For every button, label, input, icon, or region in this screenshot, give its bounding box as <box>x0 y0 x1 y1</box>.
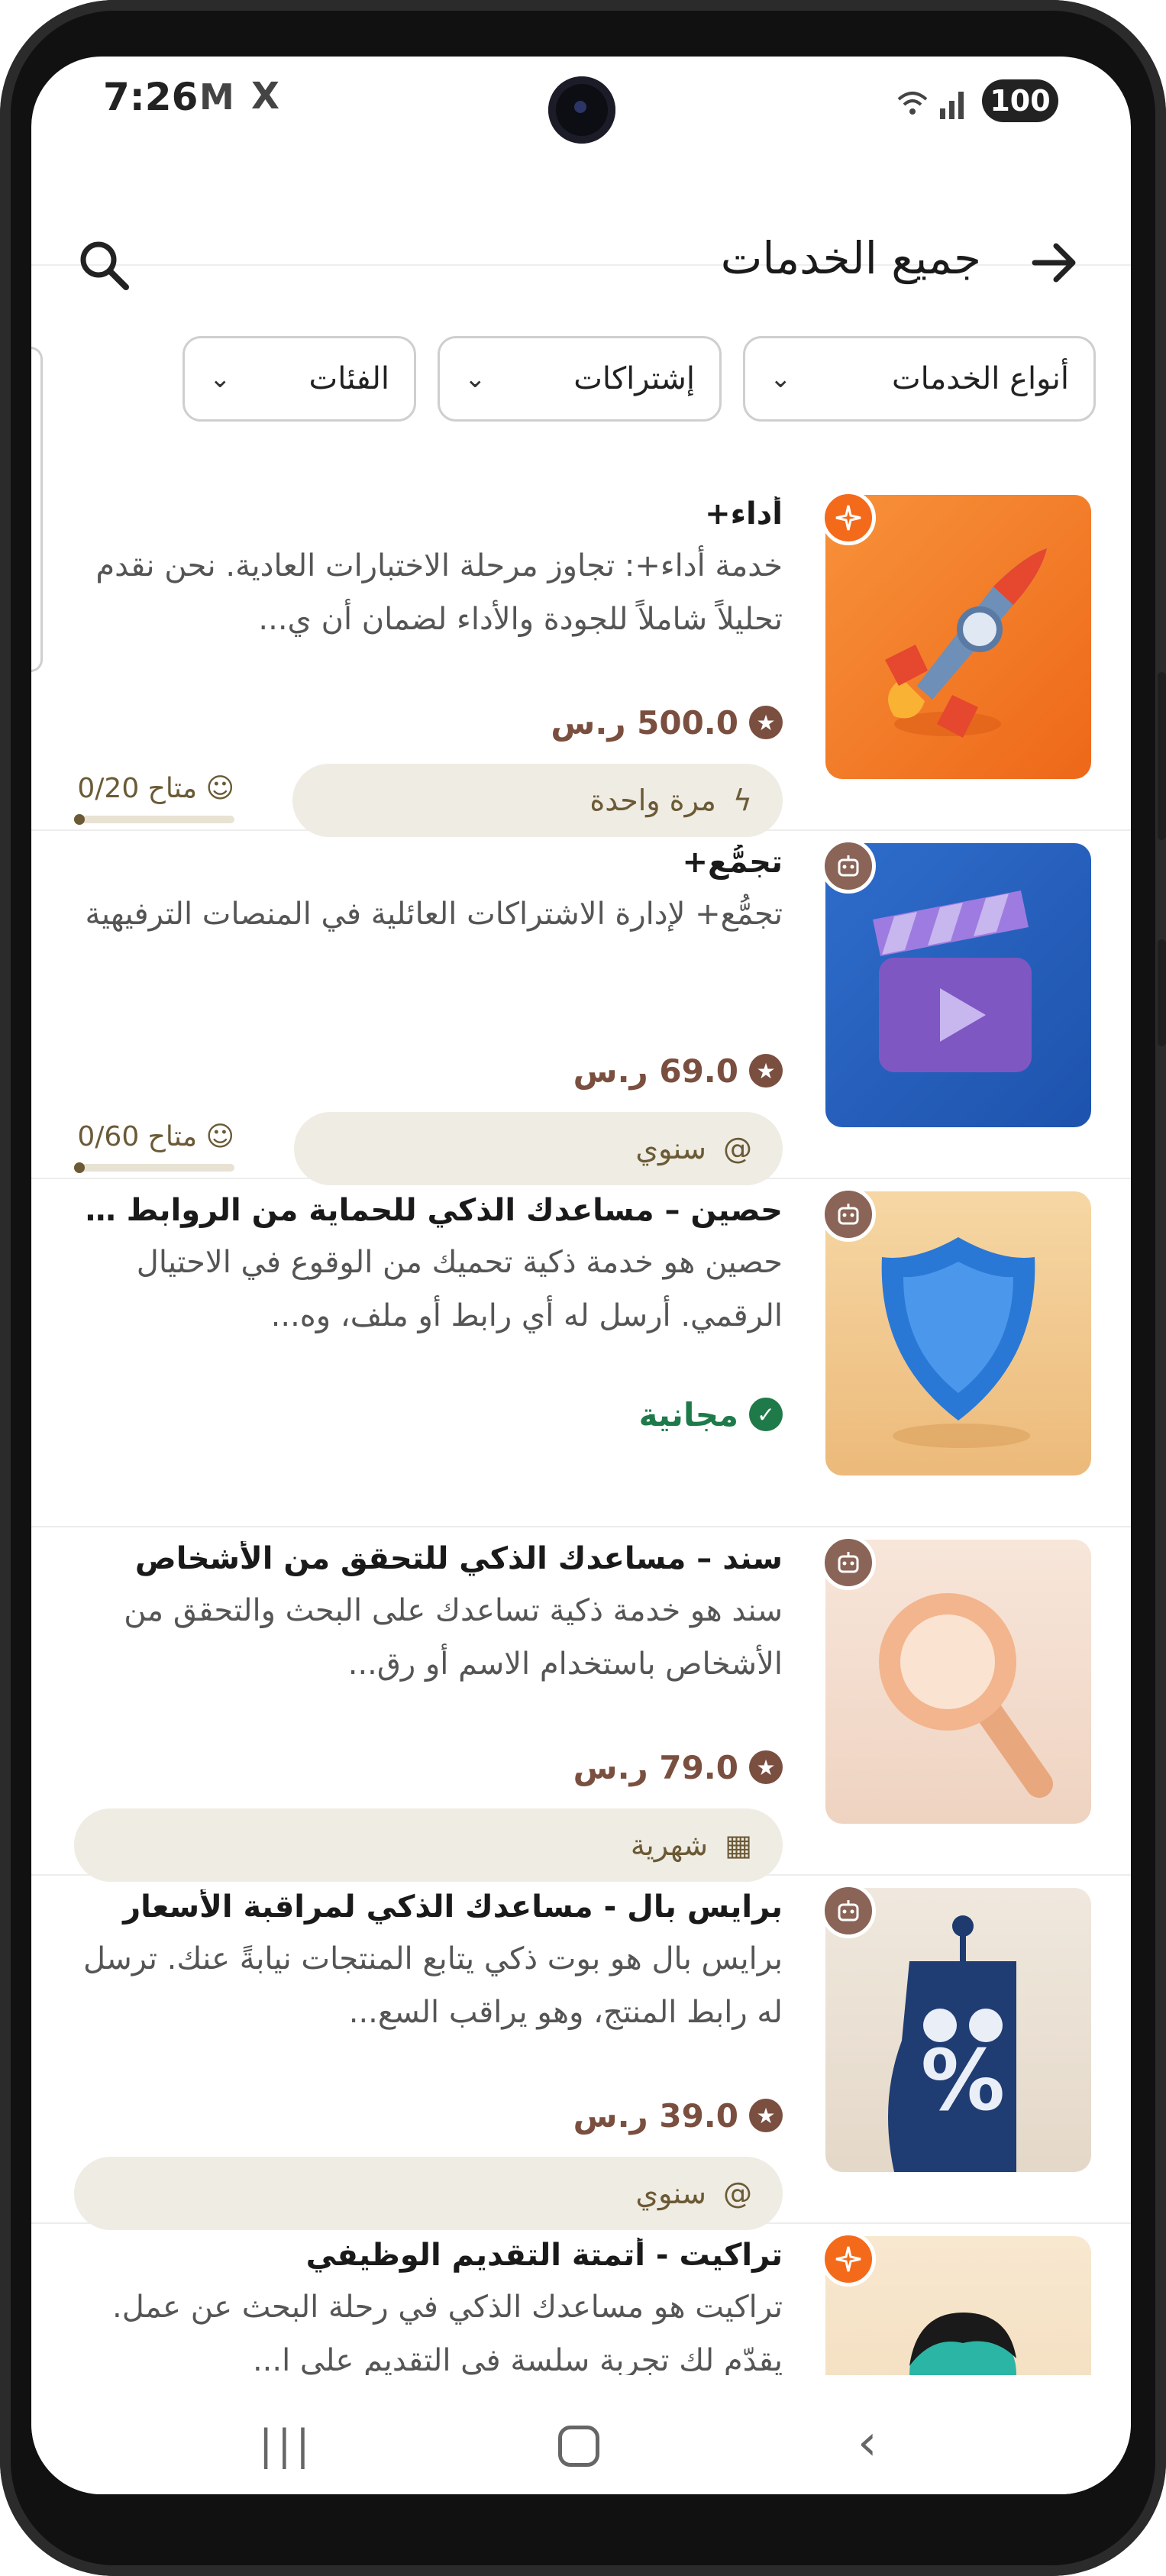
availability: ☺ متاح 0/60 <box>74 1121 234 1175</box>
item-description: حصين هو خدمة ذكية تحميك من الوقوع في الا… <box>136 1245 783 1333</box>
price-row: ★ 79.0 ر.س <box>573 1744 783 1790</box>
plan-label: سنوي <box>635 2177 706 2210</box>
home-icon[interactable] <box>558 2426 599 2467</box>
plan-label: شهرية <box>630 1828 709 1862</box>
item-description: تراكيت هو مساعدك الذكي في رحلة البحث عن … <box>112 2290 783 2378</box>
status-time: 7:26 <box>103 75 199 119</box>
plan-pill: ▦ شهرية <box>74 1808 783 1882</box>
spiral-icon: @ <box>723 2177 752 2210</box>
status-bar: 7:26 M X 100 <box>31 57 1131 156</box>
item-price: 69.0 ر.س <box>573 1052 738 1090</box>
star-icon: ★ <box>749 706 783 739</box>
service-item[interactable]: % برايس بال - مساعدك الذكي لمراقبة الأسع… <box>31 1874 1131 2230</box>
item-title: سند – مساعدك الذكي للتحقق من الأشخاص <box>134 1541 783 1576</box>
search-icon[interactable] <box>74 235 135 296</box>
front-camera <box>548 76 615 144</box>
screen: 7:26 M X 100 جميع الخدمات أنواع الخدمات … <box>31 57 1131 2494</box>
power-button <box>1158 939 1166 1046</box>
plan-pill: ϟ مرة واحدة <box>292 764 783 837</box>
item-description: برايس بال هو بوت ذكي يتابع المنتجات نياب… <box>82 1941 783 2030</box>
service-item[interactable]: تجمُّع+ تجمُّع+ لإدارة الاشتراكات العائل… <box>31 829 1131 1185</box>
x-app-icon: X <box>251 75 280 118</box>
smile-icon: ☺ <box>197 773 234 804</box>
sparkle-icon <box>821 2232 876 2287</box>
item-title: برايس بال - مساعدك الذكي لمراقبة الأسعار <box>123 1889 783 1925</box>
filter-categories[interactable]: الفئات ⌄ <box>182 336 416 422</box>
plan-pill: @ سنوي <box>294 1112 783 1185</box>
availability-text: ☺ متاح 0/20 <box>77 773 234 804</box>
spiral-icon: @ <box>723 1132 752 1165</box>
verified-icon: ✓ <box>749 1398 783 1431</box>
sparkle-icon <box>821 490 876 545</box>
lightning-icon: ϟ <box>732 784 752 817</box>
calendar-grid-icon: ▦ <box>725 1828 752 1862</box>
price-row: ★ 69.0 ر.س <box>573 1048 783 1094</box>
service-item[interactable]: أداء+ خدمة أداء+: تجاوز مرحلة الاختبارات… <box>31 481 1131 837</box>
chevron-down-icon: ⌄ <box>770 364 792 394</box>
filter-label: الفئات <box>308 361 389 396</box>
plan-pill: @ سنوي <box>74 2157 783 2230</box>
availability-count: متاح 0/20 <box>77 773 198 804</box>
service-item[interactable]: حصين – مساعدك الذكي للحماية من الروابط و… <box>31 1178 1131 1527</box>
filter-chips: أنواع الخدمات ⌄ إشتراكات ⌄ الفئات ⌄ <box>31 336 1131 426</box>
plan-label: مرة واحدة <box>589 784 716 817</box>
arrow-right-icon[interactable] <box>1024 232 1085 293</box>
item-title: حصين – مساعدك الذكي للحماية من الروابط و… <box>80 1193 783 1228</box>
service-item[interactable]: سند – مساعدك الذكي للتحقق من الأشخاص سند… <box>31 1526 1131 1882</box>
price-row: ✓ مجانية <box>639 1391 783 1437</box>
availability-text: ☺ متاح 0/60 <box>77 1121 234 1152</box>
availability-fill <box>74 1162 85 1173</box>
page-title: جميع الخدمات <box>720 232 981 284</box>
smile-icon: ☺ <box>197 1121 234 1152</box>
plan-label: سنوي <box>635 1132 706 1165</box>
item-title: تراكيت - أتمتة التقديم الوظيفي <box>305 2238 783 2273</box>
item-description: تجمُّع+ لإدارة الاشتراكات العائلية في ال… <box>85 897 783 932</box>
item-price: مجانية <box>638 1395 738 1433</box>
item-price: 79.0 ر.س <box>573 1748 738 1786</box>
star-icon: ★ <box>749 1054 783 1088</box>
item-title: تجمُّع+ <box>682 845 783 880</box>
item-price: 39.0 ر.س <box>573 2096 738 2135</box>
gmail-icon: M <box>199 76 234 118</box>
battery-indicator: 100 <box>982 79 1058 122</box>
signal-icon <box>897 92 964 119</box>
availability-count: متاح 0/60 <box>77 1121 198 1152</box>
filter-service-types[interactable]: أنواع الخدمات ⌄ <box>743 336 1096 422</box>
app-header: جميع الخدمات <box>31 156 1131 290</box>
robot-icon <box>821 839 876 894</box>
star-icon: ★ <box>749 1750 783 1784</box>
svg-text:%: % <box>921 2031 1005 2129</box>
filter-subscriptions[interactable]: إشتراكات ⌄ <box>438 336 722 422</box>
item-title: أداء+ <box>705 496 783 532</box>
robot-icon <box>821 1883 876 1938</box>
item-price: 500.0 ر.س <box>551 703 738 742</box>
availability-bar <box>74 1164 234 1172</box>
volume-button <box>1158 672 1166 840</box>
availability-fill <box>74 814 85 825</box>
robot-icon <box>821 1187 876 1242</box>
chevron-down-icon: ⌄ <box>464 364 486 394</box>
filter-label: أنواع الخدمات <box>892 361 1069 396</box>
price-row: ★ 500.0 ر.س <box>551 700 783 745</box>
recents-button[interactable]: ||| <box>259 2421 315 2469</box>
filter-label: إشتراكات <box>573 361 695 396</box>
chevron-down-icon: ⌄ <box>209 364 231 394</box>
availability: ☺ متاح 0/20 <box>74 773 234 826</box>
price-row: ★ 39.0 ر.س <box>573 2093 783 2138</box>
system-nav-bar: ||| ‹ <box>31 2375 1131 2494</box>
availability-bar <box>74 816 234 823</box>
robot-icon <box>821 1535 876 1590</box>
star-icon: ★ <box>749 2099 783 2132</box>
back-button[interactable]: ‹ <box>858 2415 877 2471</box>
item-description: سند هو خدمة ذكية تساعدك على البحث والتحق… <box>124 1593 783 1682</box>
item-description: خدمة أداء+: تجاوز مرحلة الاختبارات العاد… <box>95 548 783 637</box>
